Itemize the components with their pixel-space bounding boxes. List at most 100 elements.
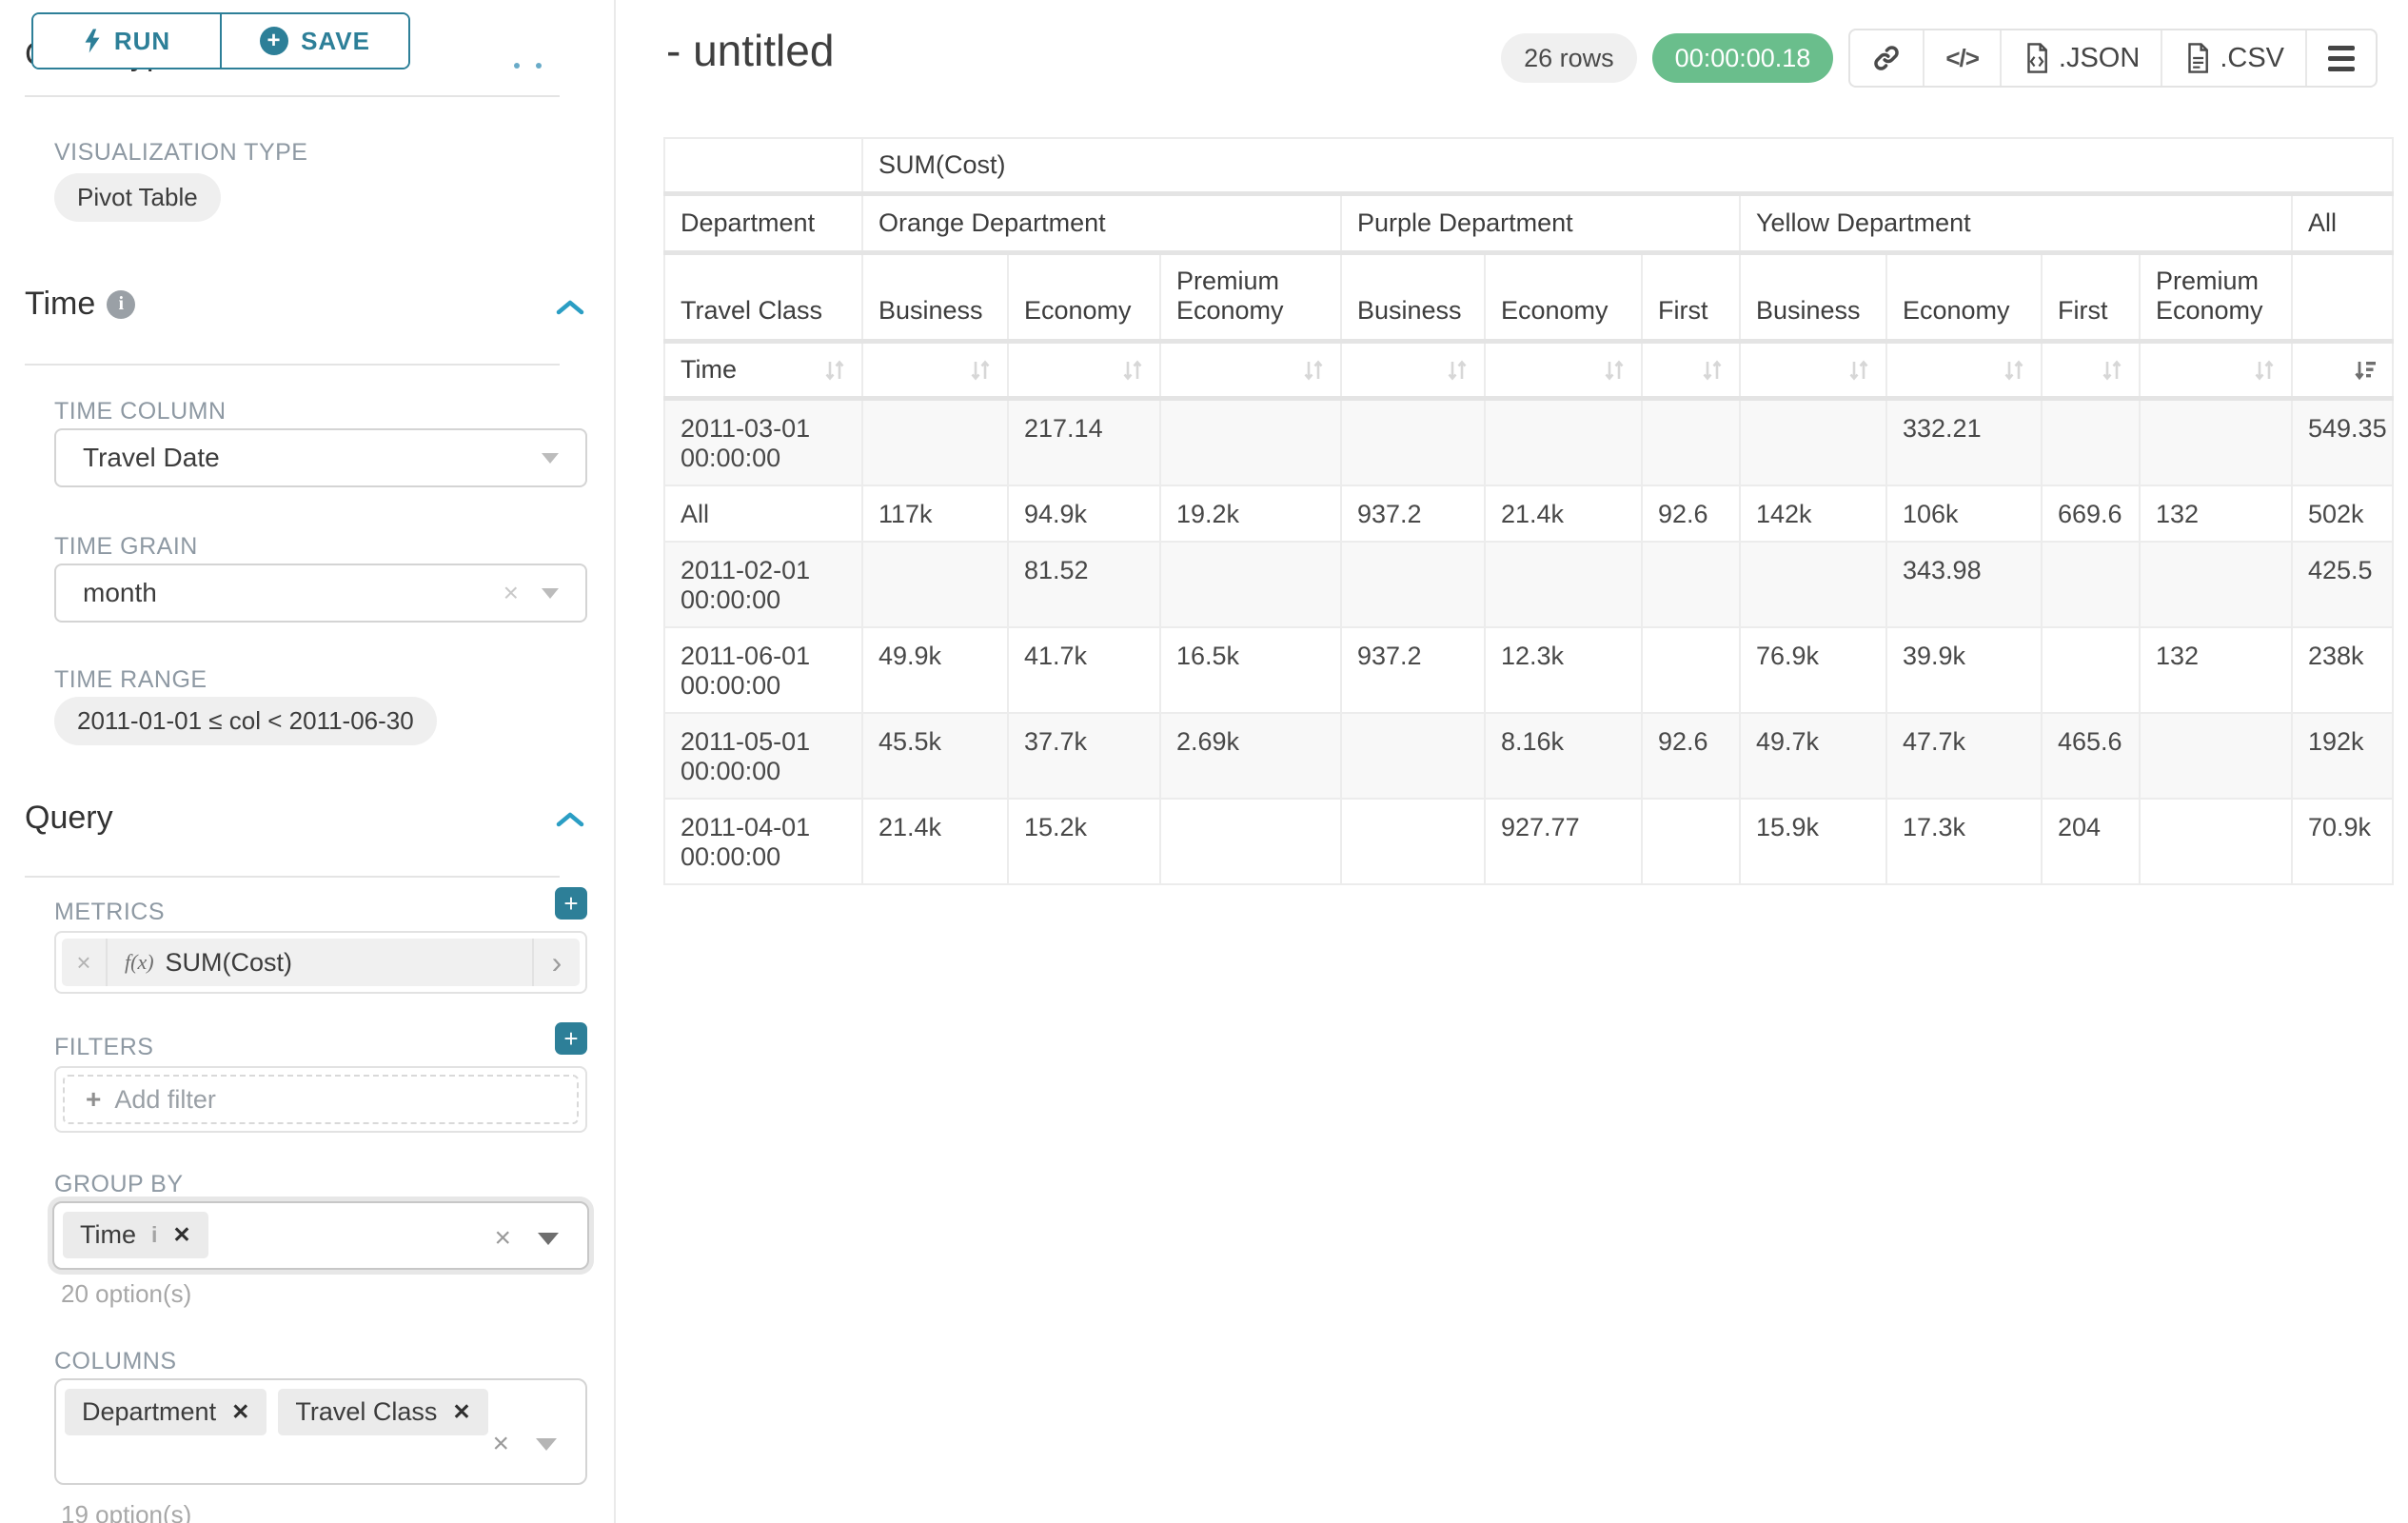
time-section-title: Time [25,286,95,323]
visualization-type-chip[interactable]: Pivot Table [54,173,221,222]
cell: 94.9k [1008,485,1160,542]
sort-icon[interactable] [1847,358,1870,383]
cell [1642,399,1740,486]
time-range-chip[interactable]: 2011-01-01 ≤ col < 2011-06-30 [54,697,437,745]
export-csv-label: .CSV [2220,43,2284,74]
cell [1160,542,1341,627]
export-json-button[interactable]: .JSON [2000,30,2161,86]
remove-chip-icon[interactable]: ✕ [231,1399,249,1425]
metric-header-row: SUM(Cost) [664,138,2393,194]
add-metric-button[interactable]: + [555,887,587,920]
cell: 17.3k [1886,799,2042,884]
sort-icon[interactable] [1302,358,1325,383]
group-by-select[interactable]: Time i ✕ × [52,1201,589,1270]
chevron-up-icon[interactable] [556,811,584,828]
cell [2140,799,2292,884]
cell: 76.9k [1740,627,1886,713]
remove-chip-icon[interactable]: ✕ [452,1399,470,1425]
row-dim-label: Time [681,355,737,385]
columns-select[interactable]: Department ✕ Travel Class ✕ × [54,1378,587,1485]
share-link-button[interactable] [1850,30,1923,86]
run-button[interactable]: RUN [33,14,220,68]
sort-icon[interactable] [823,358,846,383]
cell: 37.7k [1008,713,1160,799]
cell [1341,799,1485,884]
filters-control: + Add filter [54,1066,587,1133]
fx-icon: f(x) [125,950,154,975]
chevron-right-icon[interactable]: › [532,939,580,986]
time-grain-select[interactable]: month × [54,564,587,623]
export-button-group: </> .JSON .CSV [1848,29,2378,88]
cell: 502k [2292,485,2393,542]
chip-label: Travel Class [295,1397,437,1427]
columns-chip-department[interactable]: Department ✕ [65,1389,266,1435]
time-section-header[interactable]: Time i [25,286,135,323]
chart-title[interactable]: - untitled [666,25,834,76]
cell: 16.5k [1160,627,1341,713]
cell: 39.9k [1886,627,2042,713]
remove-chip-icon[interactable]: ✕ [172,1222,190,1248]
cell: 15.2k [1008,799,1160,884]
sort-cell [1160,342,1341,399]
time-range-label: TIME RANGE [54,666,207,694]
cell: 49.7k [1740,713,1886,799]
time-column-select[interactable]: Travel Date [54,428,587,487]
cell: 2.69k [1160,713,1341,799]
subcol-header: Economy [1485,253,1642,342]
visualization-type-label: VISUALIZATION TYPE [54,139,307,167]
sort-icon[interactable] [2101,358,2123,383]
time-grain-value: month [83,578,503,608]
subcol-header: First [2042,253,2140,342]
query-section-header[interactable]: Query [25,800,113,837]
subcol-header: Business [1740,253,1886,342]
clear-icon[interactable]: × [492,1430,509,1458]
sort-icon[interactable] [2003,358,2025,383]
run-button-label: RUN [114,27,170,56]
group-by-options-hint: 20 option(s) [61,1279,191,1309]
export-csv-button[interactable]: .CSV [2161,30,2305,86]
clear-icon[interactable]: × [503,580,519,606]
bolt-icon [83,28,102,54]
cell: 238k [2292,627,2393,713]
filters-label: FILTERS [54,1034,153,1061]
group-header-orange: Orange Department [862,194,1341,253]
sort-icon[interactable] [1603,358,1626,383]
remove-metric-icon[interactable]: × [62,939,108,986]
cell [1740,399,1886,486]
info-icon: i [151,1222,157,1248]
group-by-chip-time[interactable]: Time i ✕ [63,1212,208,1258]
chip-label: Time [80,1220,136,1250]
sort-icon[interactable] [969,358,992,383]
sort-row: Time [664,342,2393,399]
query-section-title: Query [25,800,113,837]
chart-menu-button[interactable] [2305,30,2376,86]
cell [1160,399,1341,486]
control-panel: Chart Type RUN + SAVE VISUALIZATION TYPE… [0,0,616,1523]
add-filter-dropzone[interactable]: + Add filter [63,1075,579,1124]
cell: 21.4k [862,799,1008,884]
chevron-up-icon[interactable] [556,299,584,316]
cell: 81.52 [1008,542,1160,627]
caret-down-icon [542,588,559,599]
columns-chip-travel-class[interactable]: Travel Class ✕ [278,1389,487,1435]
clear-icon[interactable]: × [494,1224,511,1253]
metric-chip[interactable]: × f(x) SUM(Cost) › [62,939,580,986]
cell: 937.2 [1341,627,1485,713]
group-header-all: All [2292,194,2393,253]
cell: 8.16k [1485,713,1642,799]
sort-icon[interactable] [1121,358,1144,383]
pivot-table-container: SUM(Cost) Department Orange Department P… [663,137,2394,885]
sort-icon[interactable] [1446,358,1469,383]
cell: 70.9k [2292,799,2393,884]
view-query-button[interactable]: </> [1923,30,2000,86]
sort-desc-icon[interactable] [2352,358,2377,383]
cell: 92.6 [1642,485,1740,542]
save-button[interactable]: + SAVE [220,14,408,68]
header-actions: 26 rows 00:00:00.18 </> .JSON [1501,29,2378,88]
sort-icon[interactable] [2253,358,2276,383]
time-column-value: Travel Date [83,443,542,473]
caret-down-icon [538,1233,559,1245]
cell: 927.77 [1485,799,1642,884]
add-filter-button[interactable]: + [555,1022,587,1055]
sort-icon[interactable] [1701,358,1724,383]
